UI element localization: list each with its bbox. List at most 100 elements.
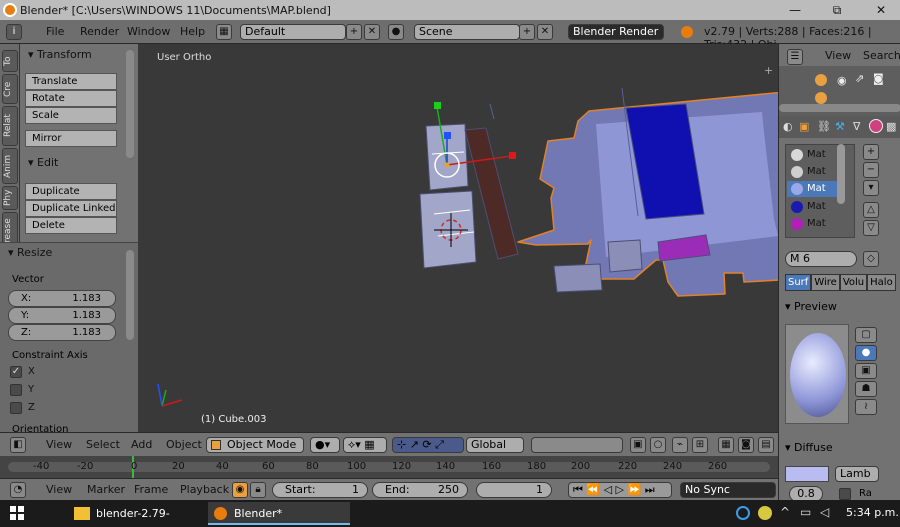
mode-dropdown[interactable]: Object Mode [206, 437, 304, 453]
maximize-button[interactable]: ⧉ [822, 0, 852, 20]
preview-monkey-icon[interactable]: ☗ [855, 381, 877, 397]
remove-slot-icon[interactable]: − [863, 162, 879, 178]
tab-relations[interactable]: Relat [2, 106, 18, 146]
material-slot[interactable]: Mat [787, 147, 837, 163]
data-tab-icon[interactable]: ∇ [853, 120, 860, 133]
select-toggle-icon[interactable]: ⇗ [855, 72, 864, 85]
visibility-icon[interactable]: ◉ [837, 74, 847, 87]
rotate-button[interactable]: Rotate [25, 90, 117, 107]
preview-flat-icon[interactable]: ▢ [855, 327, 877, 343]
material-type-tabs[interactable]: Surf Wire Volu Halo [785, 274, 896, 291]
clock[interactable]: 5:34 p.m. [846, 506, 899, 519]
tab-physics[interactable]: Phy [2, 186, 18, 210]
delete-button[interactable]: Delete [25, 217, 117, 234]
operator-scrollbar[interactable] [126, 250, 134, 340]
preview-sphere-icon[interactable]: ● [855, 345, 877, 361]
start-button-icon[interactable] [10, 506, 24, 520]
transform-panel-header[interactable]: ▾ Transform [22, 46, 128, 64]
sync-dropdown[interactable]: No Sync [680, 482, 776, 498]
outliner-editor-icon[interactable]: ☰ [787, 49, 803, 65]
duplicate-button[interactable]: Duplicate [25, 183, 117, 200]
material-slot-selected[interactable]: Mat [787, 181, 837, 197]
render-toggle-icon[interactable]: ◙ [873, 72, 884, 85]
tab-animation[interactable]: Anim [2, 148, 18, 184]
render-engine-dropdown[interactable]: Blender Render [568, 24, 664, 40]
modifier-tab-icon[interactable]: ⚒︎ [835, 120, 845, 133]
diffuse-color-swatch[interactable] [785, 466, 829, 482]
proportional-edit-icon[interactable]: ○ [650, 437, 666, 453]
camera-icon[interactable]: ◙ [738, 437, 754, 453]
preview-panel-header[interactable]: ▾ Preview [785, 300, 837, 313]
material-slot[interactable]: Mat [787, 199, 837, 215]
outliner-view-menu[interactable]: View [825, 49, 851, 62]
move-slot-up-icon[interactable]: △ [863, 202, 879, 218]
object-tab-icon[interactable]: ▣ [799, 120, 809, 133]
add-slot-icon[interactable]: + [863, 144, 879, 160]
scale-button[interactable]: Scale [25, 107, 117, 124]
layer-buttons[interactable] [531, 437, 623, 453]
screen-layout-icon[interactable]: ▦ [216, 24, 232, 40]
pivot-dropdown[interactable]: ⟡▾ ▦ [343, 437, 387, 453]
remove-layout-icon[interactable]: ✕ [364, 24, 380, 40]
scene-field[interactable]: Scene [414, 24, 520, 40]
menu-render[interactable]: Render [80, 25, 119, 38]
mirror-button[interactable]: Mirror [25, 130, 117, 147]
tab-tools[interactable]: To [2, 50, 18, 72]
outliner-tree[interactable]: ◉ ⇗ ◙ [779, 66, 900, 116]
translate-button[interactable]: Translate [25, 73, 117, 90]
record-icon[interactable]: ◉ [232, 482, 248, 498]
lock-range-icon[interactable]: 🔒︎ [250, 482, 266, 498]
vp-menu-object[interactable]: Object [166, 438, 202, 451]
material-browse-icon[interactable]: ◇ [863, 251, 879, 267]
menu-file[interactable]: File [46, 25, 64, 38]
material-slot[interactable]: Mat [787, 216, 837, 232]
surface-tab[interactable]: Surf [785, 274, 812, 291]
vector-z-field[interactable]: Z: 1.183 [8, 324, 116, 341]
volume-tab[interactable]: Volu [839, 274, 868, 291]
minimize-button[interactable]: — [780, 0, 810, 20]
add-layout-icon[interactable]: + [346, 24, 362, 40]
material-slot[interactable]: Mat [787, 164, 837, 180]
diffuse-shader-dropdown[interactable]: Lamb [835, 466, 879, 482]
timeline-scroll-track[interactable] [8, 462, 770, 472]
tab-create[interactable]: Cre [2, 74, 18, 104]
taskbar-item-blender[interactable]: Blender* [C:\Users\Wi... [208, 502, 350, 525]
tl-menu-frame[interactable]: Frame [134, 483, 168, 496]
material-name-field[interactable]: M 6 [785, 251, 857, 267]
timeline-ruler[interactable]: -40 -20 0 20 40 60 80 100 120 140 160 18… [0, 456, 778, 478]
tl-menu-playback[interactable]: Playback [180, 483, 229, 496]
wire-tab[interactable]: Wire [811, 274, 840, 291]
speaker-icon[interactable]: ◁ [820, 505, 829, 519]
render-tab-icon[interactable]: ◐ [783, 120, 793, 133]
halo-tab[interactable]: Halo [867, 274, 896, 291]
start-frame-field[interactable]: Start: 1 [272, 482, 368, 498]
slot-list-scrollbar[interactable] [837, 144, 845, 204]
manipulator-buttons[interactable]: ⊹ ↗ ⟳ ⤢ [392, 437, 464, 453]
constraint-y-checkbox[interactable] [10, 384, 22, 396]
texture-tab-icon[interactable]: ▩ [886, 120, 896, 133]
preview-hair-icon[interactable]: ≀ [855, 399, 877, 415]
preview-cube-icon[interactable]: ▣ [855, 363, 877, 379]
screen-layout-field[interactable]: Default [240, 24, 346, 40]
menu-help[interactable]: Help [180, 25, 205, 38]
playback-controls[interactable]: ⏮ ⏪ ◁ ▷ ⏩ ⏭ [568, 482, 672, 498]
info-editor-icon[interactable]: i [6, 24, 22, 40]
vp-menu-add[interactable]: Add [131, 438, 152, 451]
close-button[interactable]: ✕ [866, 0, 896, 20]
constraint-tab-icon[interactable]: ⛓︎ [817, 120, 831, 133]
edit-panel-header[interactable]: ▾ Edit [22, 154, 128, 172]
taskbar-item-folder[interactable]: blender-2.79-window... [70, 502, 204, 525]
constraint-z-checkbox[interactable] [10, 402, 22, 414]
vp-menu-select[interactable]: Select [86, 438, 120, 451]
resize-panel-header[interactable]: ▾ Resize [2, 244, 108, 262]
editor-type-icon[interactable]: ◧ [10, 437, 26, 453]
tl-menu-marker[interactable]: Marker [87, 483, 125, 496]
constraint-x-checkbox[interactable]: ✓ [10, 366, 22, 378]
move-slot-down-icon[interactable]: ▽ [863, 220, 879, 236]
app-tray-icon[interactable] [736, 506, 750, 520]
show-hidden-icons-icon[interactable]: ^ [780, 505, 790, 519]
outliner-scrollbar[interactable] [779, 104, 900, 112]
duplicate-linked-button[interactable]: Duplicate Linked [25, 200, 117, 217]
remove-scene-icon[interactable]: ✕ [537, 24, 553, 40]
add-scene-icon[interactable]: + [519, 24, 535, 40]
